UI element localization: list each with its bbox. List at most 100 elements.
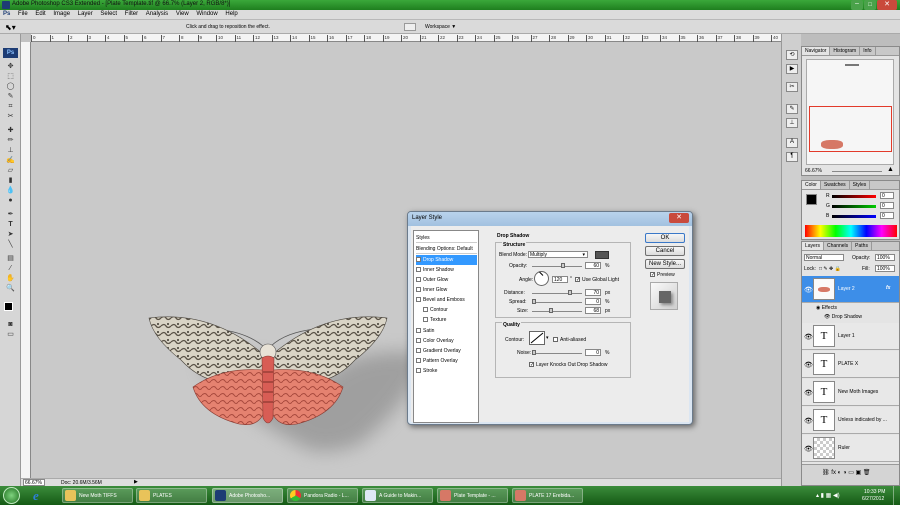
- taskbar-item-photoshop[interactable]: Adobe Photosho...: [212, 488, 283, 503]
- crop-tool-icon[interactable]: ⌗: [4, 102, 17, 111]
- clock-date[interactable]: 6/27/2012: [862, 496, 884, 502]
- internet-explorer-icon[interactable]: e: [33, 488, 39, 504]
- effect-eye-icon[interactable]: 👁: [824, 314, 832, 320]
- shape-tool-icon[interactable]: ╲: [4, 240, 17, 249]
- size-slider-thumb[interactable]: [549, 308, 553, 313]
- navigator-zoom-slider[interactable]: [832, 171, 882, 172]
- navigator-zoom[interactable]: 66.67%: [805, 168, 822, 174]
- tab-histogram[interactable]: Histogram: [830, 47, 861, 55]
- clone-source-icon[interactable]: ⊥: [786, 118, 798, 128]
- layer-row-selected[interactable]: 👁 Layer 2 fx: [802, 276, 899, 303]
- blending-options-item[interactable]: Blending Options: Default: [416, 244, 477, 254]
- path-select-icon[interactable]: ➤: [4, 230, 17, 239]
- brushes-panel-icon[interactable]: ✎: [786, 104, 798, 114]
- size-slider[interactable]: [532, 311, 582, 312]
- move-tool-icon[interactable]: ✥: [4, 62, 17, 71]
- status-scroll-arrow-icon[interactable]: ▶: [134, 479, 138, 485]
- cancel-button[interactable]: Cancel: [645, 246, 685, 256]
- workspace-icon[interactable]: [404, 23, 416, 31]
- close-button[interactable]: ✕: [877, 0, 897, 10]
- layer-row[interactable]: 👁 T New Moth Images: [802, 379, 899, 406]
- zoom-tool-icon[interactable]: 🔍: [4, 284, 17, 293]
- style-satin[interactable]: Satin: [416, 326, 477, 336]
- style-inner-glow[interactable]: Inner Glow: [416, 285, 477, 295]
- blend-mode-dropdown[interactable]: Multiply ▾: [528, 251, 588, 258]
- taskbar-item-new-moth-tiffs[interactable]: New Moth TIFFS: [62, 488, 133, 503]
- eraser-tool-icon[interactable]: ▱: [4, 166, 17, 175]
- visibility-eye-icon[interactable]: 👁: [804, 333, 813, 341]
- style-checkbox[interactable]: [416, 368, 421, 374]
- move-tool-preset-icon[interactable]: ⬉▾: [5, 23, 16, 32]
- visibility-eye-icon[interactable]: 👁: [804, 286, 813, 294]
- opacity-slider[interactable]: [532, 266, 582, 267]
- layer-footer-icons[interactable]: ⛓ fx ◐ ◑ ▭ ▣ 🗑: [822, 469, 871, 476]
- dialog-title-bar[interactable]: Layer Style ✕: [408, 212, 692, 226]
- style-checkbox[interactable]: [416, 328, 421, 334]
- clone-stamp-icon[interactable]: ⊥: [4, 146, 17, 155]
- spread-slider-thumb[interactable]: [532, 299, 536, 304]
- navigator-preview[interactable]: [806, 59, 894, 165]
- lasso-tool-icon[interactable]: ◯: [4, 82, 17, 91]
- tab-channels[interactable]: Channels: [824, 242, 853, 250]
- show-desktop-button[interactable]: [893, 486, 900, 505]
- actions-panel-icon[interactable]: ▶: [786, 64, 798, 74]
- effects-row[interactable]: ◉ Effects: [816, 305, 837, 311]
- history-brush-icon[interactable]: ✍: [4, 156, 17, 165]
- style-checkbox[interactable]: [416, 277, 421, 283]
- dodge-tool-icon[interactable]: ●: [4, 196, 17, 205]
- tab-layers[interactable]: Layers: [802, 242, 825, 250]
- layer-row[interactable]: 👁 T Unless indicated by ...: [802, 407, 899, 434]
- layer-name[interactable]: PLATE X: [838, 361, 858, 367]
- angle-dial[interactable]: [534, 271, 549, 286]
- workspace-menu[interactable]: Workspace ▼: [425, 24, 456, 30]
- noise-slider-thumb[interactable]: [532, 350, 536, 355]
- character-panel-icon[interactable]: A: [786, 138, 798, 148]
- ok-button[interactable]: OK: [645, 233, 685, 243]
- lock-icons[interactable]: □ ✎ ✥ 🔒: [819, 266, 841, 272]
- drop-shadow-effect-row[interactable]: 👁 Drop Shadow: [824, 314, 862, 320]
- screen-mode-icon[interactable]: ▭: [4, 330, 17, 339]
- style-texture[interactable]: Texture: [416, 315, 477, 325]
- style-checkbox[interactable]: [416, 348, 421, 354]
- type-tool-icon[interactable]: T: [4, 220, 17, 229]
- zoom-level-field[interactable]: 66.67%: [23, 479, 45, 486]
- menu-app-icon[interactable]: Ps: [0, 10, 13, 18]
- taskbar-item-plate-template[interactable]: Plate Template - ...: [437, 488, 508, 503]
- menu-filter[interactable]: Filter: [122, 10, 141, 18]
- notes-tool-icon[interactable]: ▤: [4, 254, 17, 263]
- foreground-color-swatch[interactable]: [4, 302, 13, 311]
- menu-window[interactable]: Window: [193, 10, 220, 18]
- tray-icons[interactable]: ▴ ▮ ▦ ◀): [816, 492, 840, 499]
- style-checkbox[interactable]: [416, 257, 421, 263]
- blue-slider[interactable]: [832, 215, 876, 218]
- minimize-button[interactable]: –: [851, 0, 863, 10]
- quick-select-icon[interactable]: ✎: [4, 92, 17, 101]
- style-bevel-emboss[interactable]: Bevel and Emboss: [416, 295, 477, 305]
- shadow-color-swatch[interactable]: [595, 251, 609, 259]
- tab-swatches[interactable]: Swatches: [821, 181, 850, 189]
- layer-name[interactable]: Ruler: [838, 445, 850, 451]
- paragraph-panel-icon[interactable]: ¶: [786, 152, 798, 162]
- start-button[interactable]: [3, 487, 20, 504]
- menu-help[interactable]: Help: [222, 10, 240, 18]
- layer-row[interactable]: 👁 T Layer 1: [802, 323, 899, 350]
- styles-header[interactable]: Styles: [416, 233, 477, 243]
- zoom-in-icon[interactable]: ▲: [887, 166, 894, 173]
- preview-checkbox[interactable]: ✓: [650, 272, 655, 278]
- visibility-eye-icon[interactable]: 👁: [804, 389, 813, 397]
- menu-view[interactable]: View: [173, 10, 192, 18]
- distance-field[interactable]: 70: [585, 289, 601, 296]
- menu-select[interactable]: Select: [97, 10, 120, 18]
- tool-presets-icon[interactable]: ✂: [786, 82, 798, 92]
- hand-tool-icon[interactable]: ✋: [4, 274, 17, 283]
- healing-brush-icon[interactable]: ✚: [4, 126, 17, 135]
- global-light-checkbox[interactable]: ✓: [575, 277, 580, 283]
- style-contour[interactable]: Contour: [416, 305, 477, 315]
- clock-time[interactable]: 10:33 PM: [864, 489, 885, 495]
- layer-name[interactable]: New Moth Images: [838, 389, 878, 395]
- fx-icon[interactable]: fx: [886, 285, 890, 291]
- style-checkbox[interactable]: [416, 358, 421, 364]
- ps-app-icon[interactable]: [2, 1, 10, 9]
- style-gradient-overlay[interactable]: Gradient Overlay: [416, 346, 477, 356]
- fg-color-swatch[interactable]: [806, 194, 817, 205]
